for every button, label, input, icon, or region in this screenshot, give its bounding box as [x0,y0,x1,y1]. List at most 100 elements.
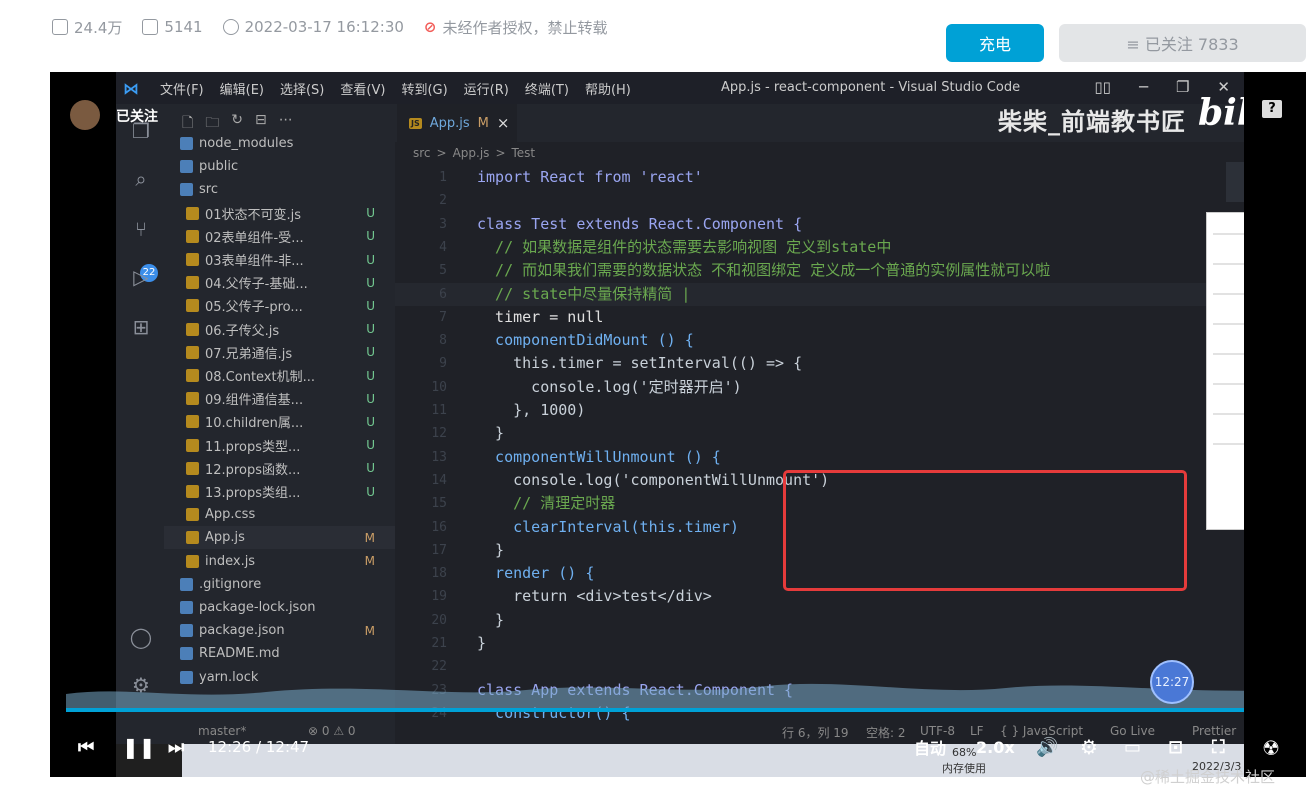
charge-button[interactable]: 充电 [946,24,1044,62]
tree-item: public [164,155,395,178]
code-text: return <div>test</div> [477,587,712,606]
followed-button[interactable]: ≡ 已关注 7833 [1059,24,1306,62]
line-number: 15 [431,496,447,512]
publish-date: 2022-03-17 16:12:30 [222,18,404,36]
code-text: componentDidMount () { [477,331,694,350]
help-icon[interactable]: ? [1262,100,1282,118]
volume-icon[interactable]: 🔊 [1036,737,1058,758]
line-number: 1 [439,170,447,185]
file-icon [186,461,199,475]
code-text: clearInterval(this.timer) [477,517,739,536]
tree-item-label: 10.children属... [205,416,304,432]
settings-icon[interactable]: ⚙ [1080,735,1098,759]
tree-item: 07.兄弟通信.js U [164,341,395,364]
tree-item: 12.props函数... U [164,457,395,480]
file-icon [186,415,199,429]
menu-item: 运行(R) [463,82,509,98]
tree-item-label: 06.子传父.js [205,323,280,339]
git-status: U [366,368,375,383]
audio-waveform [66,683,1288,712]
code-text: // 而如果我们需要的数据状态 不和视图绑定 定义成一个普通的实例属性就可以啦 [477,261,1051,280]
line-number: 17 [431,542,447,558]
file-icon [186,508,199,522]
tree-item-label: 05.父传子-pro... [205,300,303,316]
tree-item: src [164,178,395,201]
vscode-titlebar: ⋈ 文件(F) 编辑(E) 选择(S) 查看(V) 转到(G) 运行(R) 终端(T) 帮助(… [116,72,1244,104]
code-line: 2 [395,189,1244,212]
file-icon [180,647,193,661]
fullscreen-icon[interactable]: ⛶ [1212,737,1225,758]
time-current: 12:26 [208,738,252,756]
pip-icon[interactable]: ▭ [1124,737,1141,758]
tab-app-js: JS App.js M × [397,104,517,142]
uploader-avatar[interactable] [70,100,100,130]
source-control-icon: ⑂ [135,217,147,241]
menu-item: 选择(S) [279,82,325,98]
code-line: 13 componentWillUnmount () { [395,446,1244,469]
git-status: U [366,414,375,429]
tree-item: .gitignore [164,573,395,596]
widescreen-icon[interactable]: ⊡ [1168,737,1183,758]
file-icon [180,601,193,614]
tree-item: 11.props类型... U [164,434,395,457]
file-icon [186,345,199,359]
tree-item-label: 01状态不可变.js [205,207,302,223]
code-text: } [477,610,505,629]
plays-count: 24.4万 [74,18,123,37]
tree-item-label: 04.父传子-基础... [205,277,308,293]
file-icon [186,322,199,336]
file-icon [186,438,199,452]
breadcrumb: src > App.js > Test [413,146,535,160]
code-text: render () { [477,564,595,583]
tree-item: 08.Context机制... U [164,364,395,387]
line-number: 21 [431,636,447,651]
copyright-text: 未经作者授权，禁止转载 [442,18,608,37]
quality-button[interactable]: 自动 [914,735,946,759]
tree-item-label: App.js [205,530,245,546]
tree-item: 03表单组件-非... U [164,248,395,271]
code-text: } [477,540,505,559]
file-icon [180,183,193,197]
restore-icon: ❐ [1175,78,1190,96]
code-text: this.timer = setInterval(() => { [477,354,803,373]
editor-area: JS App.js M × src > App.js > Test 1 import Re… [395,104,1244,744]
time-total: 12:47 [265,738,310,756]
tree-item-label: index.js [205,553,256,569]
tree-item: 10.children属... U [164,410,395,433]
tree-item-label: 12.props函数... [205,462,301,478]
file-icon [186,206,199,220]
radiation-icon[interactable]: ☢ [1262,736,1280,760]
tree-item-label: 11.props类型... [205,439,301,455]
highlight-box [783,470,1187,591]
tree-item-label: node_modules [199,136,294,151]
line-number: 4 [439,239,447,255]
plays-stat: 24.4万 [52,17,122,38]
file-icon [186,276,199,290]
menu-item: 文件(F) [160,82,204,98]
explorer-sidebar: 🗋 🗀 ↻ ⊟ ⋯ node_modules public src 01状态不可变.j… [164,104,395,744]
line-number: 20 [431,612,447,628]
tree-item-label: 13.props类组... [205,486,301,501]
code-text: // 清理定时器 [477,494,616,513]
menu-item: 转到(G) [401,82,448,98]
next-icon[interactable]: ⏭ [168,737,184,758]
line-number: 9 [439,356,447,372]
tree-item: 05.父传子-pro... U [164,294,395,317]
danmaku-icon [142,19,159,35]
breadcrumb-part: App.js [452,146,490,160]
line-number: 12 [431,426,447,442]
breadcrumb-part: Test [511,146,536,160]
prev-icon[interactable]: ⏮ [78,737,94,758]
tree-item-label: README.md [199,646,280,662]
speed-button[interactable]: 2.0x [976,738,1015,757]
followed-label[interactable]: 已关注 [116,106,158,126]
tree-item: node_modules [164,132,395,155]
pause-button[interactable]: ❚❚ [122,735,156,759]
video-player[interactable]: ⋈ 文件(F) 编辑(E) 选择(S) 查看(V) 转到(G) 运行(R) 终端(T) 帮助(… [50,72,1306,777]
code-line: 9 this.timer = setInterval(() => { [395,352,1244,375]
code-text: // 如果数据是组件的状态需要去影响视图 定义到state中 [477,237,892,256]
tree-item-label: package-lock.json [199,600,316,615]
progress-bar[interactable] [66,708,1288,712]
tab-label: App.js [429,115,470,131]
code-text: } [477,424,505,443]
